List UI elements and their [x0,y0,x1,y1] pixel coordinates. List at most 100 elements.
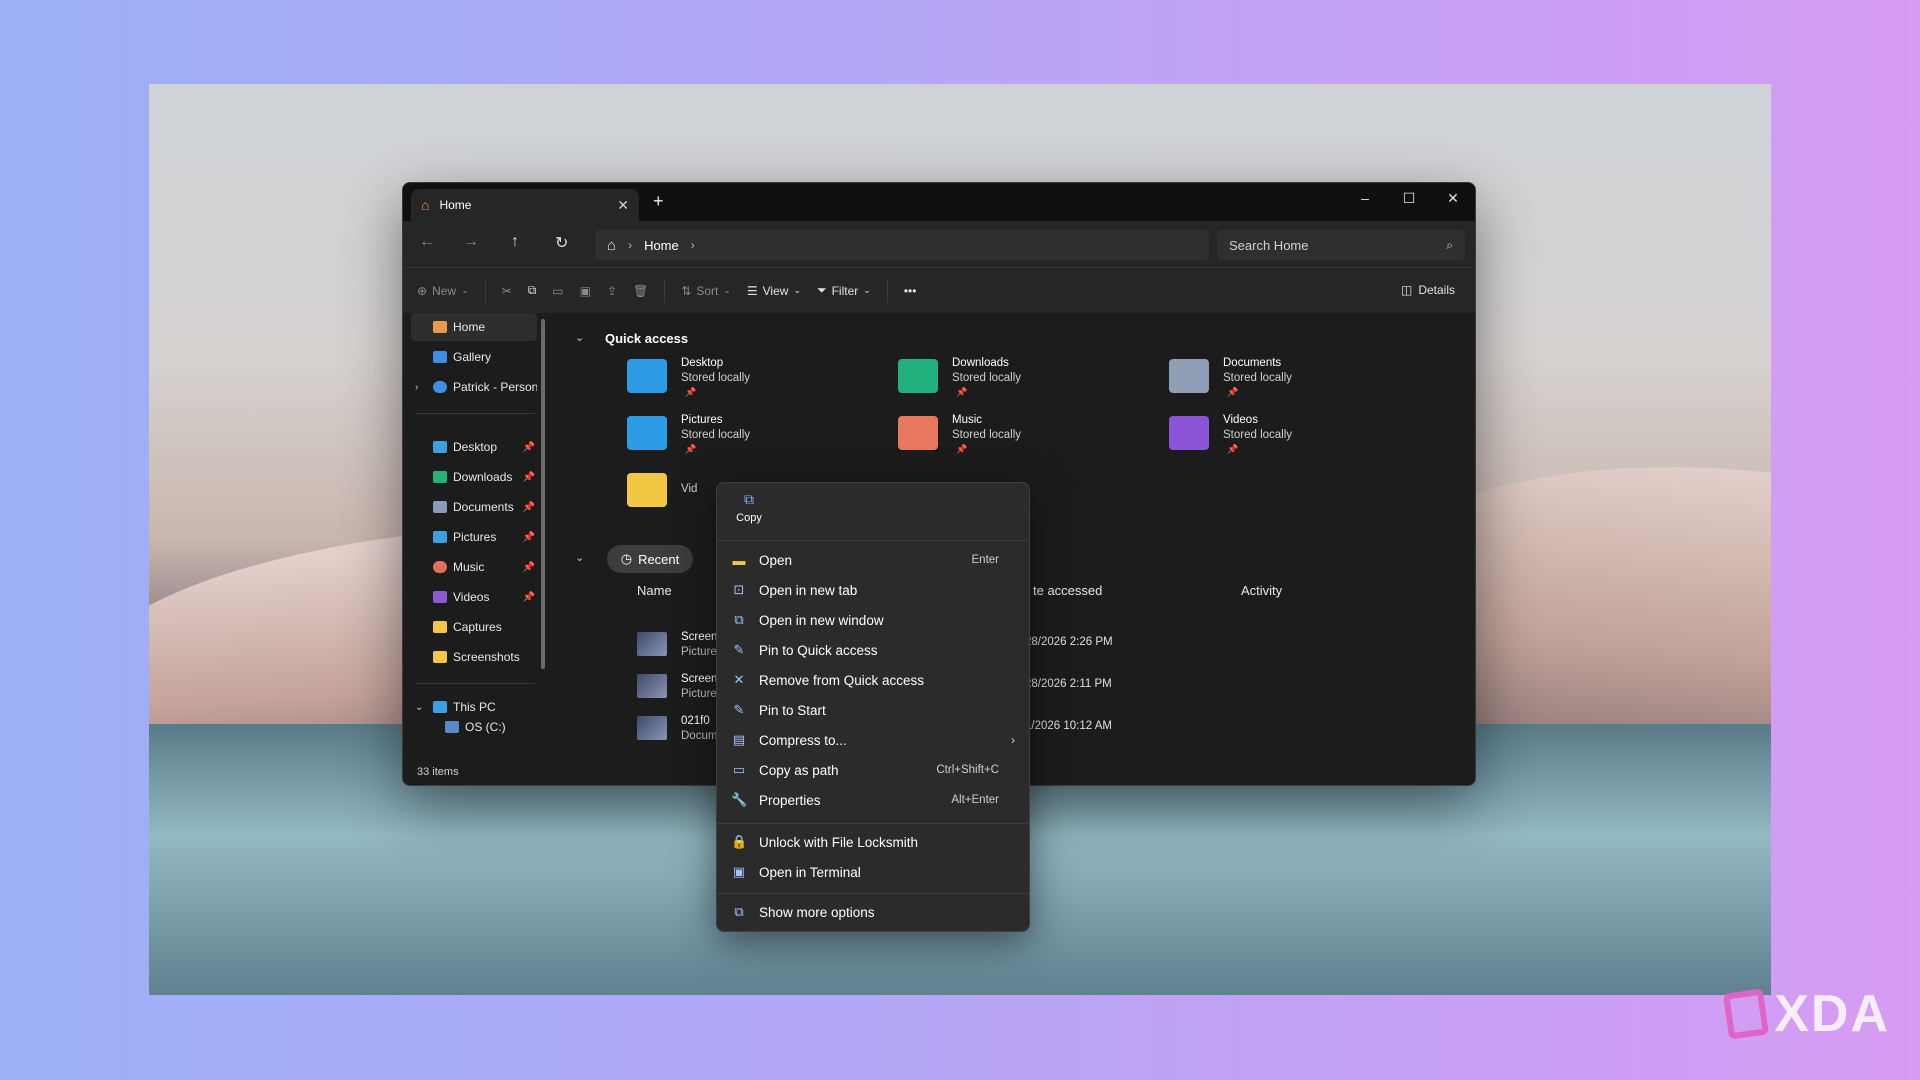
folder-status: Stored locally [1223,429,1293,441]
menu-item-remove-from-quick-access[interactable]: ✕ Remove from Quick access [717,665,1029,695]
paste-icon[interactable]: ▭ [552,284,563,298]
home-icon[interactable]: ⌂ [607,237,616,254]
sidebar-item-home[interactable]: Home [411,313,537,341]
sidebar-item-this-pc[interactable]: ⌄ This PC [411,693,537,721]
sort-button[interactable]: ⇅ Sort ⌄ [681,284,731,298]
sidebar-item-screenshots[interactable]: Screenshots [411,643,537,671]
sidebar-item-onedrive[interactable]: › Patrick - Persona [411,373,537,401]
quick-access-downloads[interactable]: Downloads Stored locally 📌 [898,357,1128,403]
sidebar-item-captures[interactable]: Captures [411,613,537,641]
address-bar[interactable]: ⌂ › Home › [595,230,1209,260]
up-arrow-icon[interactable]: ↑ [511,233,519,251]
quick-access-documents[interactable]: Documents Stored locally 📌 [1169,357,1399,403]
view-button[interactable]: ☰ View ⌄ [747,284,801,298]
plus-circle-icon: ⊕ [417,283,428,298]
pin-icon: 📌 [522,591,535,603]
minimize-button[interactable]: – [1343,183,1387,215]
music-folder-icon [433,561,447,573]
sidebar-item-os-drive[interactable]: OS (C:) [411,719,537,735]
sidebar-item-label: OS (C:) [465,720,506,734]
menu-item-pin-to-quick-access[interactable]: ✎ Pin to Quick access [717,635,1029,665]
chevron-down-icon: ⌄ [863,285,871,295]
sidebar-item-desktop[interactable]: Desktop 📌 [411,433,537,461]
table-row[interactable]: Screen Picture [637,628,727,664]
chevron-down-icon: ⌄ [723,285,731,295]
chevron-right-icon: › [1011,733,1015,747]
menu-item-open-in-terminal[interactable]: ▣ Open in Terminal [717,857,1029,887]
toolbar-divider [484,278,486,303]
drive-icon [445,721,459,733]
menu-item-open[interactable]: ▬ Open Enter [717,545,1029,575]
breadcrumb-home[interactable]: Home [644,238,679,253]
share-icon[interactable]: ⇪ [607,284,617,298]
new-button[interactable]: ⊕ New ⌄ [417,284,469,298]
file-thumbnail [637,632,667,656]
close-button[interactable]: ✕ [1431,183,1475,215]
cut-icon[interactable]: ✂ [502,284,512,298]
file-type: Docum [681,730,718,742]
filter-button[interactable]: ⏷ Filter ⌄ [817,283,871,298]
table-row[interactable]: Screen Picture [637,670,727,706]
pin-icon: 📌 [522,501,535,513]
back-arrow-icon[interactable]: ← [419,233,435,251]
delete-icon[interactable]: 🗑 [633,284,648,298]
column-header-name[interactable]: Name [637,583,672,598]
sidebar-item-documents[interactable]: Documents 📌 [411,493,537,521]
chevron-down-icon[interactable]: ⌄ [415,702,423,713]
sidebar-item-label: Desktop [453,440,498,454]
chevron-down-icon[interactable]: ⌄ [575,331,584,344]
documents-folder-icon [433,501,447,513]
sort-label: Sort [696,283,719,298]
chevron-right-icon[interactable]: › [691,238,695,252]
column-header-activity[interactable]: Activity [1241,583,1282,598]
menu-item-compress-to[interactable]: ▤ Compress to... › [717,725,1029,755]
search-input[interactable]: Search Home ⌕ [1217,230,1465,260]
pin-icon: 📌 [522,561,535,573]
copy-button[interactable]: ⧉ Copy [727,491,771,535]
menu-item-unlock-with-file-locksmith[interactable]: 🔒 Unlock with File Locksmith [717,827,1029,857]
rename-icon[interactable]: ▣ [580,284,591,298]
recent-filter-pill[interactable]: ◷ Recent [607,545,693,573]
quick-access-videos[interactable]: Videos Stored locally 📌 [1169,414,1399,460]
table-row[interactable]: 021f0 Docum [637,712,727,748]
details-button[interactable]: ◫ Details [1401,283,1455,297]
menu-item-pin-to-start[interactable]: ✎ Pin to Start [717,695,1029,725]
tab-home[interactable]: ⌂ Home ✕ [411,189,639,221]
quick-access-desktop[interactable]: Desktop Stored locally 📌 [627,357,857,403]
close-icon[interactable]: ✕ [617,197,629,214]
sidebar-item-downloads[interactable]: Downloads 📌 [411,463,537,491]
copy-icon[interactable]: ⧉ [528,283,537,298]
quick-access-music[interactable]: Music Stored locally 📌 [898,414,1128,460]
menu-item-show-more-options[interactable]: ⧉ Show more options [717,897,1029,927]
column-header-date-accessed[interactable]: te accessed [1033,583,1102,598]
folder-status: Stored locally [681,429,751,441]
menu-item-label: Pin to Start [759,702,826,718]
sidebar-scrollbar[interactable] [541,319,545,669]
menu-item-open-in-new-tab[interactable]: ⊡ Open in new tab [717,575,1029,605]
folder-status: Vid [681,483,698,495]
sidebar-item-music[interactable]: Music 📌 [411,553,537,581]
clock-icon: ◷ [620,551,633,566]
menu-item-copy-as-path[interactable]: ▭ Copy as path Ctrl+Shift+C [717,755,1029,785]
chevron-down-icon[interactable]: ⌄ [575,551,584,564]
sidebar-item-pictures[interactable]: Pictures 📌 [411,523,537,551]
desktop-folder-icon [433,441,447,453]
chevron-right-icon[interactable]: › [628,238,632,252]
sidebar-item-gallery[interactable]: Gallery [411,343,537,371]
new-tab-button[interactable]: + [653,191,664,212]
maximize-button[interactable]: ☐ [1387,183,1431,215]
quick-access-pictures[interactable]: Pictures Stored locally 📌 [627,414,857,460]
refresh-icon[interactable]: ↻ [555,233,568,253]
pin-icon: ✎ [733,702,745,717]
sidebar-item-label: Downloads [453,470,513,484]
forward-arrow-icon[interactable]: → [463,233,479,251]
file-name: Screen [681,673,718,685]
more-options-button[interactable]: ••• [904,284,917,298]
menu-item-open-in-new-window[interactable]: ⧉ Open in new window [717,605,1029,635]
menu-item-properties[interactable]: 🔧 Properties Alt+Enter [717,785,1029,815]
folder-status: Stored locally [1223,372,1293,384]
quick-access-captures[interactable]: Vid [627,471,707,517]
chevron-right-icon[interactable]: › [415,382,418,393]
sidebar-item-videos[interactable]: Videos 📌 [411,583,537,611]
chevron-down-icon: ⌄ [461,285,469,295]
